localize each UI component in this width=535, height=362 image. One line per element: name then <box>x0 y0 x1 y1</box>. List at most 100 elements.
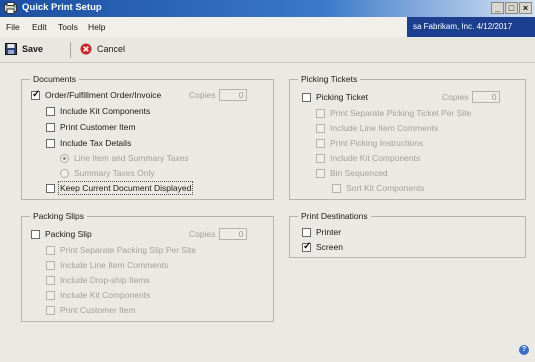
picking-copies-input[interactable]: 0 <box>472 91 501 103</box>
keep-current-label: Keep Current Document Displayed <box>57 181 194 195</box>
packing-copies-input[interactable]: 0 <box>219 228 248 240</box>
picking-option-row[interactable]: Print Separate Picking Ticket Per Site <box>316 108 471 118</box>
sort-kit-checkbox[interactable] <box>332 183 341 193</box>
print-destinations-group: Print Destinations Printer ✓ Screen <box>289 211 526 258</box>
screen-row[interactable]: ✓ Screen <box>302 241 343 252</box>
picking-ticket-checkbox[interactable] <box>302 92 311 102</box>
picking-ticket-row[interactable]: Picking Ticket <box>302 92 368 102</box>
picking-option-row[interactable]: Include Line Item Comments <box>316 123 438 133</box>
tax-option-line-row[interactable]: Line Item and Summary Taxes <box>60 153 189 163</box>
packing-option-checkbox[interactable] <box>46 275 55 285</box>
packing-option-checkbox[interactable] <box>46 305 55 315</box>
documents-copies-input[interactable]: 0 <box>219 89 248 101</box>
picking-option-label: Print Picking Instructions <box>330 138 424 148</box>
print-customer-item-row[interactable]: Print Customer Item <box>46 122 136 132</box>
picking-option-label: Include Line Item Comments <box>330 123 439 133</box>
packing-option-row[interactable]: Print Customer Item <box>46 305 136 315</box>
print-customer-item-label: Print Customer Item <box>60 122 136 132</box>
packing-option-label: Print Customer Item <box>60 305 136 315</box>
packing-slip-label: Packing Slip <box>45 229 92 239</box>
menu-tools[interactable]: Tools <box>58 22 78 32</box>
packing-option-label: Include Line Item Comments <box>60 260 169 270</box>
cancel-button[interactable]: Cancel <box>80 43 125 55</box>
toolbar-separator <box>70 42 71 58</box>
packing-option-row[interactable]: Include Line Item Comments <box>46 260 168 270</box>
tax-option-summary-label: Summary Taxes Only <box>74 168 155 178</box>
packing-option-row[interactable]: Include Drop-ship Items <box>46 275 150 285</box>
picking-copies-label: Copies <box>442 92 469 102</box>
order-invoice-checkbox-row[interactable]: ✓ Order/Fulfillment Order/Invoice <box>31 89 162 100</box>
close-button[interactable]: × <box>519 2 532 14</box>
packing-option-row[interactable]: Include Kit Components <box>46 290 150 300</box>
window-title: Quick Print Setup <box>22 2 102 13</box>
screen-label: Screen <box>316 242 343 252</box>
packing-slip-checkbox[interactable] <box>31 229 40 239</box>
picking-option-checkbox[interactable] <box>316 123 325 133</box>
packing-option-checkbox[interactable] <box>46 260 55 270</box>
packing-slips-group: Packing Slips Packing Slip Copies 0 Prin… <box>21 211 274 322</box>
packing-copies: Copies 0 <box>189 228 248 240</box>
include-kit-checkbox[interactable] <box>46 106 55 116</box>
packing-option-label: Print Separate Packing Slip Per Site <box>60 245 197 255</box>
picking-option-checkbox[interactable] <box>316 153 325 163</box>
toolbar: Save Cancel <box>0 37 535 63</box>
printer-row[interactable]: Printer <box>302 227 341 237</box>
picking-option-checkbox[interactable] <box>316 138 325 148</box>
packing-option-row[interactable]: Print Separate Packing Slip Per Site <box>46 245 196 255</box>
cancel-label: Cancel <box>97 44 126 54</box>
window-controls: _ □ × <box>491 2 532 14</box>
menu-help[interactable]: Help <box>88 22 105 32</box>
packing-slip-row[interactable]: Packing Slip <box>31 229 92 239</box>
sort-kit-row[interactable]: Sort Kit Components <box>332 183 424 193</box>
documents-copies-label: Copies <box>189 90 216 100</box>
title-bar: Quick Print Setup _ □ × <box>0 0 535 17</box>
include-tax-checkbox[interactable] <box>46 138 55 148</box>
packing-slips-title: Packing Slips <box>30 211 88 221</box>
help-icon[interactable]: ? <box>519 345 529 355</box>
packing-option-label: Include Kit Components <box>60 290 151 300</box>
picking-option-checkbox[interactable] <box>316 168 325 178</box>
packing-option-checkbox[interactable] <box>46 245 55 255</box>
documents-copies: Copies 0 <box>189 89 248 101</box>
minimize-button[interactable]: _ <box>491 2 504 14</box>
picking-option-checkbox[interactable] <box>316 108 325 118</box>
keep-current-row[interactable]: Keep Current Document Displayed <box>46 181 194 195</box>
screen-checkbox[interactable]: ✓ <box>302 241 311 252</box>
picking-option-label: Bin Sequenced <box>330 168 388 178</box>
documents-title: Documents <box>30 74 79 84</box>
order-invoice-checkbox[interactable]: ✓ <box>31 89 40 100</box>
save-button[interactable]: Save <box>5 43 43 55</box>
print-destinations-title: Print Destinations <box>298 211 371 221</box>
picking-option-row[interactable]: Bin Sequenced <box>316 168 388 178</box>
include-tax-row[interactable]: Include Tax Details <box>46 138 131 148</box>
include-kit-row[interactable]: Include Kit Components <box>46 106 150 116</box>
tax-option-line-radio[interactable] <box>60 153 69 163</box>
picking-option-row[interactable]: Include Kit Components <box>316 153 420 163</box>
app-icon <box>4 2 17 14</box>
include-kit-label: Include Kit Components <box>60 106 151 116</box>
order-invoice-label: Order/Fulfillment Order/Invoice <box>45 90 162 100</box>
sort-kit-label: Sort Kit Components <box>346 183 425 193</box>
picking-option-label: Include Kit Components <box>330 153 421 163</box>
save-label: Save <box>22 44 44 54</box>
include-tax-label: Include Tax Details <box>60 138 132 148</box>
picking-option-label: Print Separate Picking Ticket Per Site <box>330 108 472 118</box>
tax-option-summary-row[interactable]: Summary Taxes Only <box>60 168 155 178</box>
tax-option-line-label: Line Item and Summary Taxes <box>74 153 189 163</box>
print-customer-item-checkbox[interactable] <box>46 122 55 132</box>
packing-copies-label: Copies <box>189 229 216 239</box>
packing-option-label: Include Drop-ship Items <box>60 275 150 285</box>
menu-file[interactable]: File <box>6 22 20 32</box>
maximize-button[interactable]: □ <box>505 2 518 14</box>
picking-copies: Copies 0 <box>442 91 501 103</box>
quick-print-setup-window: Quick Print Setup _ □ × File Edit Tools … <box>0 0 535 362</box>
picking-tickets-group: Picking Tickets Picking Ticket Copies 0 … <box>289 74 526 200</box>
picking-ticket-label: Picking Ticket <box>316 92 368 102</box>
picking-option-row[interactable]: Print Picking Instructions <box>316 138 423 148</box>
packing-option-checkbox[interactable] <box>46 290 55 300</box>
tax-option-summary-radio[interactable] <box>60 168 69 178</box>
menu-edit[interactable]: Edit <box>32 22 47 32</box>
printer-checkbox[interactable] <box>302 227 311 237</box>
company-date-banner: sa Fabrikam, Inc. 4/12/2017 <box>407 17 535 37</box>
keep-current-checkbox[interactable] <box>46 183 55 193</box>
